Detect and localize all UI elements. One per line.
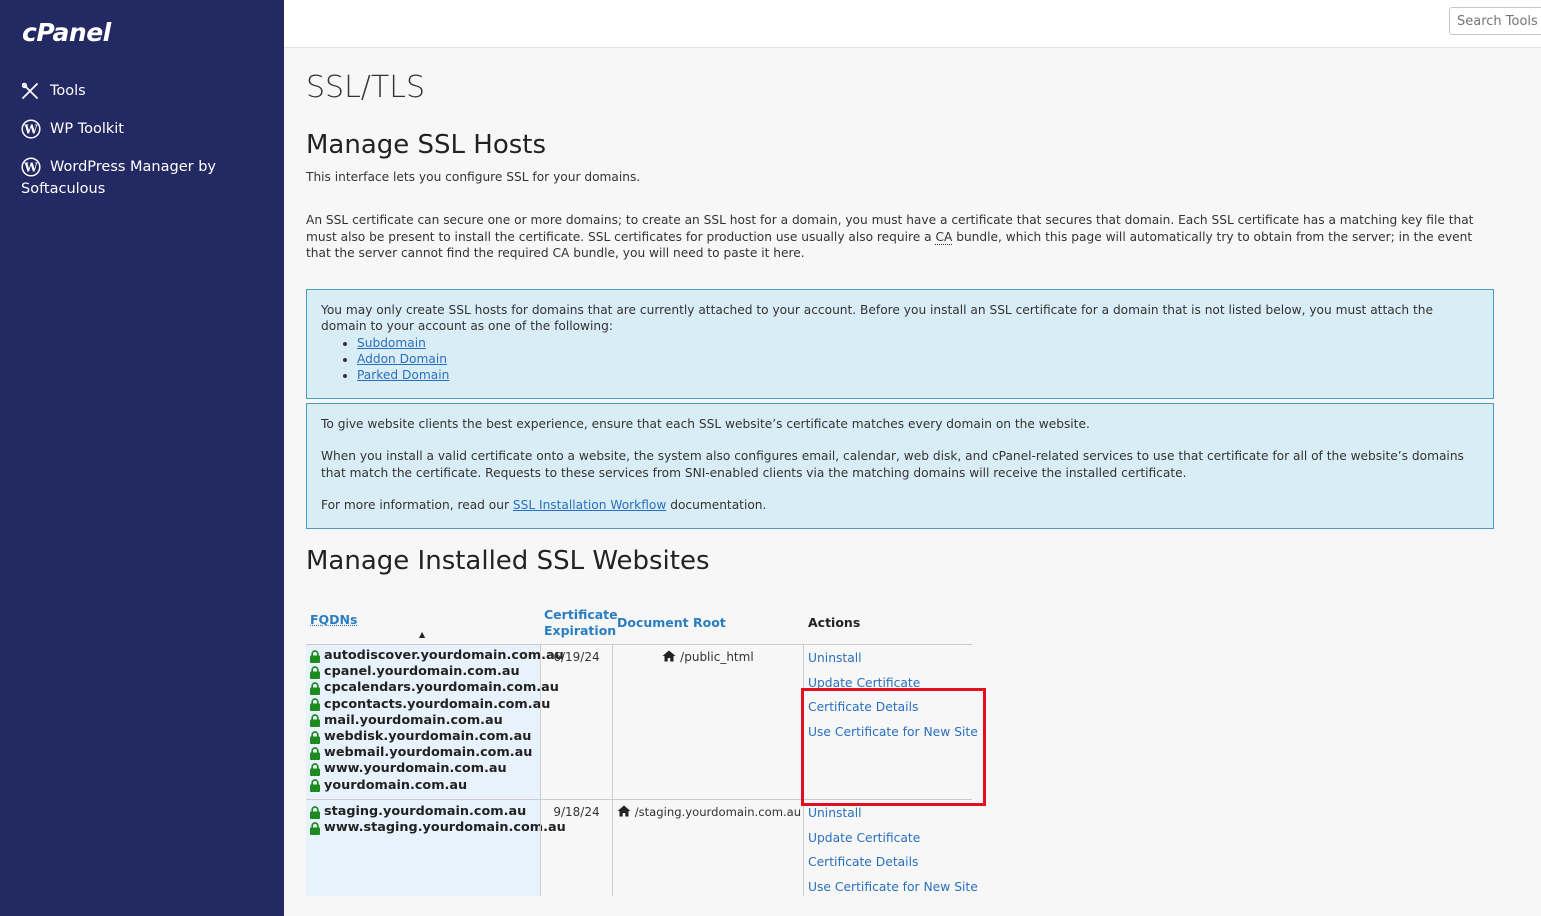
column-header-fqdns[interactable]: FQDNs [310, 612, 357, 628]
document-root-path: /public_html [680, 650, 754, 664]
svg-text:W: W [23, 161, 38, 175]
fqdn-entry: www.yourdomain.com.au [309, 761, 540, 777]
tools-icon [21, 80, 45, 102]
domain-info-callout: You may only create SSL hosts for domain… [306, 289, 1494, 399]
fqdn-entry: www.staging.yourdomain.com.au [309, 820, 566, 836]
manage-ssl-hosts-heading: Manage SSL Hosts [306, 130, 547, 160]
home-icon [617, 805, 635, 819]
fqdn-text: yourdomain.com.au [324, 777, 468, 793]
fqdn-text: www.yourdomain.com.au [324, 761, 507, 777]
lock-icon [310, 666, 320, 679]
expiration-cell: 6/19/24 [540, 645, 613, 799]
sidebar: cPanel Tools W WP Toolkit W WordPress Ma… [0, 0, 284, 916]
certificate-info-callout: To give website clients the best experie… [306, 403, 1494, 529]
fqdn-entry: cpanel.yourdomain.com.au [309, 664, 540, 680]
uninstall-link[interactable]: Uninstall [808, 805, 972, 821]
fqdn-text: mail.yourdomain.com.au [324, 712, 503, 728]
fqdn-text: cpanel.yourdomain.com.au [324, 664, 520, 680]
column-header-document-root[interactable]: Document Root [617, 615, 726, 631]
use-certificate-new-site-link[interactable]: Use Certificate for New Site [808, 879, 978, 895]
document-root-path: /staging.yourdomain.com.au [634, 805, 802, 819]
parked-domain-link[interactable]: Parked Domain [357, 368, 449, 382]
ssl-installation-workflow-link[interactable]: SSL Installation Workflow [513, 498, 666, 512]
top-bar [284, 0, 1541, 48]
lock-icon [310, 779, 320, 793]
ca-abbreviation: CA [935, 229, 953, 245]
ssl-description: An SSL certificate can secure one or mor… [306, 212, 1494, 262]
certificate-info-p3: For more information, read our SSL Insta… [321, 497, 1479, 513]
fqdn-entry: mail.yourdomain.com.au [309, 713, 540, 729]
fqdn-text: autodiscover.yourdomain.com.au [324, 648, 564, 663]
fqdn-text: webmail.yourdomain.com.au [324, 745, 533, 761]
list-item: Subdomain [357, 335, 1479, 351]
domain-info-text: You may only create SSL hosts for domain… [321, 303, 1433, 334]
fqdn-text: www.staging.yourdomain.com.au [324, 820, 566, 836]
fqdn-text: cpcalendars.yourdomain.com.au [324, 680, 559, 696]
certificate-details-link[interactable]: Certificate Details [808, 854, 972, 870]
subdomain-link[interactable]: Subdomain [357, 336, 426, 350]
fqdn-entry: cpcontacts.yourdomain.com.au [309, 697, 550, 713]
sidebar-item-wordpress-manager[interactable]: W WordPress Manager by Softaculous [21, 156, 271, 200]
svg-text:W: W [23, 123, 38, 137]
wordpress-icon: W [21, 156, 45, 178]
certificate-info-p2: When you install a valid certificate ont… [321, 449, 1464, 480]
table-row: staging.yourdomain.com.au www.staging.yo… [306, 800, 978, 896]
fqdn-text: staging.yourdomain.com.au [324, 804, 527, 819]
fqdn-entry: autodiscover.yourdomain.com.au [309, 648, 564, 664]
fqdn-entry: yourdomain.com.au [309, 778, 540, 794]
addon-domain-link[interactable]: Addon Domain [357, 352, 447, 366]
search-input[interactable] [1449, 7, 1541, 35]
fqdn-entry: webdisk.yourdomain.com.au [309, 729, 540, 745]
fqdn-cell: staging.yourdomain.com.au www.staging.yo… [306, 800, 566, 896]
lock-icon [310, 698, 320, 712]
lock-icon [310, 682, 320, 695]
intro-text: This interface lets you configure SSL fo… [306, 170, 641, 184]
column-header-line: Expiration [544, 623, 617, 638]
wordpress-icon: W [21, 118, 45, 140]
list-item: Addon Domain [357, 351, 1479, 367]
certificate-info-p1: To give website clients the best experie… [321, 417, 1090, 431]
sidebar-item-label: WP Toolkit [50, 121, 124, 137]
actions-highlight-box [801, 688, 986, 806]
lock-icon [310, 730, 320, 744]
list-item: Parked Domain [357, 367, 1479, 383]
document-root-cell: /public_html [613, 645, 803, 664]
certificate-info-p3-text-end: documentation. [666, 497, 767, 512]
lock-icon [310, 805, 320, 819]
fqdn-entry: cpcalendars.yourdomain.com.au [309, 680, 559, 696]
domain-type-list: Subdomain Addon Domain Parked Domain [357, 335, 1479, 384]
manage-installed-heading: Manage Installed SSL Websites [306, 546, 710, 576]
lock-icon [310, 822, 320, 835]
document-root-cell: /staging.yourdomain.com.au [613, 800, 803, 819]
fqdn-text: cpcontacts.yourdomain.com.au [324, 696, 551, 712]
home-icon [662, 650, 680, 664]
fqdn-entry: webmail.yourdomain.com.au [309, 745, 540, 761]
actions-cell: Uninstall Update Certificate Certificate… [803, 800, 978, 896]
certificate-info-p3-text: For more information, read our [321, 497, 513, 512]
uninstall-link[interactable]: Uninstall [808, 650, 972, 666]
sidebar-item-label: Tools [50, 83, 86, 99]
column-header-cert-expiration[interactable]: Certificate Expiration [544, 607, 618, 639]
sidebar-item-wp-toolkit[interactable]: W WP Toolkit [21, 118, 271, 140]
fqdn-cell: autodiscover.yourdomain.com.au cpanel.yo… [306, 645, 564, 799]
lock-icon [310, 747, 320, 760]
update-certificate-link[interactable]: Update Certificate [808, 830, 972, 846]
sort-ascending-icon: ▲ [419, 630, 426, 639]
expiration-cell: 9/18/24 [540, 800, 613, 896]
lock-icon [310, 649, 320, 663]
sidebar-nav: Tools W WP Toolkit W WordPress Manager b… [21, 80, 271, 216]
lock-icon [310, 763, 320, 777]
fqdn-text: webdisk.yourdomain.com.au [324, 729, 532, 745]
lock-icon [310, 714, 320, 728]
page-title: SSL/TLS [306, 70, 425, 105]
sidebar-item-tools[interactable]: Tools [21, 80, 271, 102]
fqdn-entry: staging.yourdomain.com.au [309, 804, 540, 820]
column-header-actions: Actions [808, 615, 861, 630]
cpanel-logo[interactable]: cPanel [22, 18, 111, 47]
column-header-line: Certificate [544, 607, 618, 622]
sidebar-item-label: WordPress Manager by Softaculous [21, 159, 216, 197]
